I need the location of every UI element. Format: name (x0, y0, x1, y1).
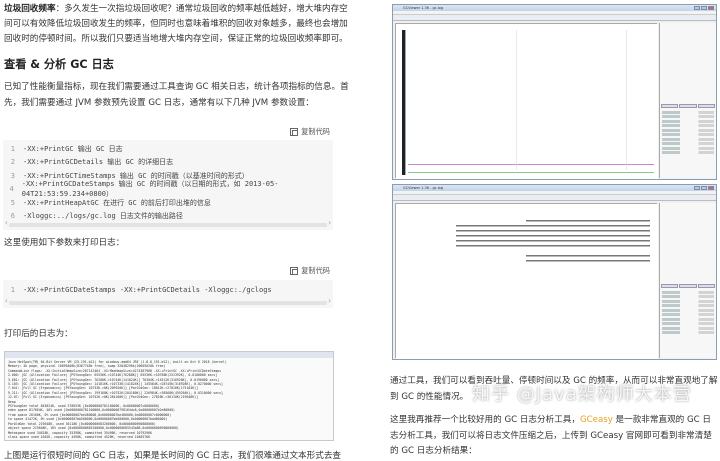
gc-log-lines: Java HotSpot(TM) 64-Bit Server VM (25.19… (5, 358, 333, 440)
gceasy-paragraph: 这里我再推荐一个比较好用的 GC 日志分析工具，GCeasy 是一款非常直观的 … (390, 413, 718, 460)
summary-tabs[interactable] (660, 283, 716, 289)
code-line-text: -XX:+PrintHeapAtGC 在进行 GC 的前后打印出堆的信息 (23, 198, 211, 207)
window-toolbar[interactable] (393, 195, 716, 201)
code-line-number: 3 (10, 171, 15, 180)
intro-text: ：多久发生一次指垃圾回收呢？通常垃圾回收的频率越低越好，增大堆内存空间可以有效降… (4, 4, 348, 44)
code-line: 1 -XX:+PrintGCDateStamps -XX:+PrintGCDeta… (3, 283, 333, 297)
window-toolbar[interactable] (393, 15, 716, 21)
last-paragraph: 上图是运行很短时间的 GC 日志，如果是长时间的 GC 日志，我们很难通过文本形… (4, 451, 342, 461)
window-title: GCViewer 1.36 - gc.log (403, 186, 444, 190)
window-controls (694, 186, 714, 190)
code-line-number: 4 (9, 185, 14, 194)
log-line: class space used 4302K, capacity 4490K, … (8, 434, 151, 439)
minimize-icon[interactable] (694, 186, 700, 190)
code-scrollbar[interactable] (4, 218, 332, 227)
window-titlebar: GCViewer 1.36 - gc.log (393, 185, 716, 191)
code-line-text: -XX:+PrintGC 输出 GC 日志 (23, 144, 123, 153)
copy-code-label: 复制代码 (301, 127, 330, 136)
code-line-text: -XX:+PrintGCDetails 输出 GC 的详细日志 (23, 158, 174, 167)
article-right-column: GCViewer 1.36 - gc.log GCViewer 1.36 - g… (380, 0, 720, 461)
copy-icon (290, 128, 299, 136)
gc-log-screenshot: Java HotSpot(TM) 64-Bit Server VM (25.19… (4, 351, 334, 441)
code-line: 4 -XX:+PrintGCDateStamps 输出 GC 的时间戳（以日期的形… (3, 180, 333, 198)
code-line: 2 -XX:+PrintGCDetails 输出 GC 的详细日志 (3, 156, 333, 170)
gcviewer-window-1: GCViewer 1.36 - gc.log (392, 4, 717, 180)
gc-chart-canvas (395, 23, 658, 179)
copy-code-button-1[interactable]: 复制代码 (290, 127, 330, 137)
copy-code-button-2[interactable]: 复制代码 (290, 266, 330, 276)
summary-tabs[interactable] (660, 103, 716, 109)
copy-row-1: 复制代码 (0, 127, 330, 139)
gc-chart-graphic (396, 24, 658, 179)
code-line: 6 -Xloggc:../logs/gc.log 日志文件的输出路径 (3, 210, 333, 224)
log-caption: 打印后的日志为： (4, 329, 73, 339)
intro-term: 垃圾回收频率 (4, 4, 56, 14)
gc-summary-panel (659, 23, 716, 178)
gc-event-table (395, 203, 658, 359)
section-intro: 已知了性能衡量指标，现在我们需要通过工具查询 GC 相关日志，统计各项指标的信息… (4, 82, 349, 108)
code-line: 1 -XX:+PrintGC 输出 GC 日志 (3, 142, 333, 156)
code-line-text: -Xloggc:../logs/gc.log 日志文件的输出路径 (23, 212, 183, 221)
window-controls (694, 6, 714, 10)
code-line-number: 1 (10, 285, 15, 294)
tool-paragraph: 通过工具，我们可以看到吞吐量、停顿时间以及 GC 的频率，从而可以非常直观地了解… (390, 376, 718, 402)
close-icon[interactable] (708, 6, 714, 10)
usage-text: 这里使用如下参数来打印日志： (4, 238, 125, 248)
section-title: 查看 & 分析 GC 日志 (4, 58, 114, 71)
window-title: GCViewer 1.36 - gc.log (403, 6, 444, 10)
copy-icon (290, 267, 299, 275)
copy-row-2: 复制代码 (0, 266, 330, 278)
code-line-text: -XX:+PrintGCDateStamps -XX:+PrintGCDetai… (23, 285, 272, 294)
code-line-number: 5 (10, 198, 15, 207)
code-scrollbar[interactable] (4, 296, 332, 305)
code-line-number: 2 (10, 158, 15, 167)
intro-paragraph: 垃圾回收频率：多久发生一次指垃圾回收呢？通常垃圾回收的频率越低越好，增大堆内存空… (4, 2, 354, 46)
window-titlebar: GCViewer 1.36 - gc.log (393, 5, 716, 11)
close-icon[interactable] (708, 186, 714, 190)
code-block-jvm-params: 1 -XX:+PrintGC 输出 GC 日志 2 -XX:+PrintGCDetai… (3, 140, 333, 230)
article-left-column: 垃圾回收频率：多久发生一次指垃圾回收呢？通常垃圾回收的频率越低越好，增大堆内存空… (0, 0, 358, 461)
gceasy-text-a: 这里我再推荐一个比较好用的 GC 日志分析工具， (390, 415, 580, 425)
gcviewer-window-2: GCViewer 1.36 - gc.log (392, 184, 717, 360)
code-line-number: 1 (10, 144, 15, 153)
minimize-icon[interactable] (694, 6, 700, 10)
code-block-usage: 1 -XX:+PrintGCDateStamps -XX:+PrintGCDeta… (3, 280, 333, 308)
gceasy-link[interactable]: GCeasy (580, 415, 613, 425)
copy-code-label: 复制代码 (301, 266, 330, 275)
gc-summary-panel (659, 203, 716, 358)
gc-event-table-graphic (396, 204, 658, 359)
code-line-text: -XX:+PrintGCDateStamps 输出 GC 的时间戳（以日期的形式… (21, 180, 279, 199)
maximize-icon[interactable] (701, 186, 707, 190)
maximize-icon[interactable] (701, 6, 707, 10)
